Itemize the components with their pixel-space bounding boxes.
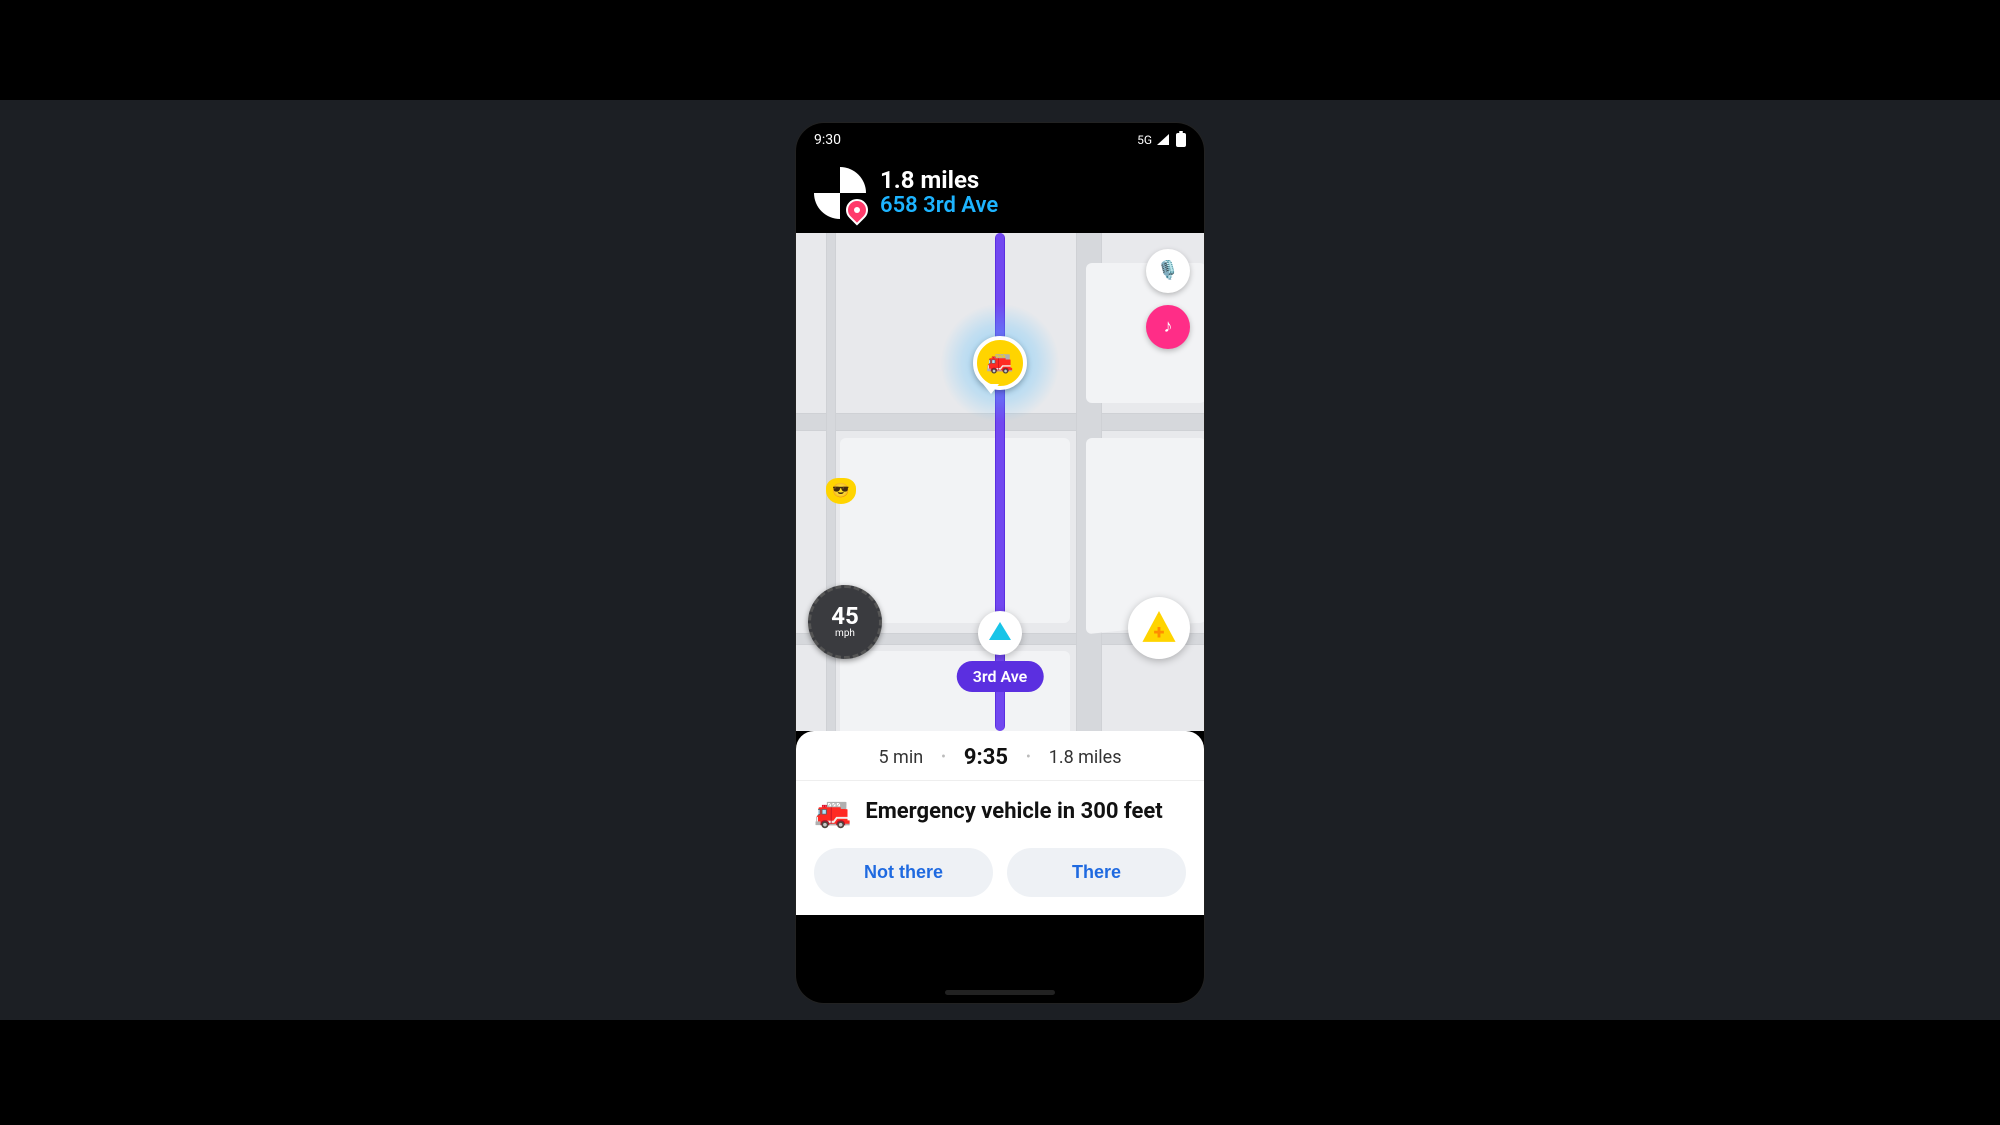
music-note-icon: ♪ [1164, 316, 1173, 337]
checkered-flag-icon [814, 167, 866, 219]
wazer-icon: 😎 [826, 478, 856, 504]
separator-dot: • [941, 749, 946, 765]
status-time: 9:30 [814, 132, 841, 148]
speed-limit-unit: mph [835, 628, 855, 639]
there-button[interactable]: There [1007, 848, 1186, 897]
eta-duration: 5 min [878, 747, 923, 768]
alert-text: Emergency vehicle in 300 feet [865, 799, 1162, 825]
destination-distance: 1.8 miles [880, 167, 998, 193]
home-indicator[interactable] [945, 990, 1055, 995]
street-label: 3rd Ave [957, 661, 1044, 692]
map-view[interactable]: 🚒 😎 3rd Ave 45 mph + 🎙️ ♪ [796, 233, 1204, 731]
arrow-up-icon [989, 622, 1011, 640]
signal-icon [1157, 134, 1169, 145]
voice-search-button[interactable]: 🎙️ [1146, 249, 1190, 293]
network-label: 5G [1137, 133, 1152, 147]
status-right: 5G [1137, 133, 1186, 147]
report-button[interactable]: + [1128, 597, 1190, 659]
phone-frame: 9:30 5G 1.8 miles 658 3rd Ave 🚒 [796, 123, 1204, 1003]
not-there-button[interactable]: Not there [814, 848, 993, 897]
warning-triangle-icon: + [1141, 610, 1177, 646]
speed-limit-badge[interactable]: 45 mph [808, 585, 882, 659]
microphone-icon: 🎙️ [1157, 260, 1179, 281]
eta-row[interactable]: 5 min • 9:35 • 1.8 miles [796, 731, 1204, 781]
music-button[interactable]: ♪ [1146, 305, 1190, 349]
current-location-marker[interactable] [978, 611, 1022, 655]
emergency-vehicle-marker[interactable]: 🚒 [973, 336, 1027, 390]
eta-arrival-time: 9:35 [964, 745, 1008, 770]
destination-header[interactable]: 1.8 miles 658 3rd Ave [796, 157, 1204, 233]
fire-truck-icon: 🚒 [986, 350, 1013, 375]
alert-card: 🚒 Emergency vehicle in 300 feet [796, 781, 1204, 834]
battery-icon [1176, 133, 1186, 147]
destination-text: 1.8 miles 658 3rd Ave [880, 167, 998, 218]
destination-address: 658 3rd Ave [880, 194, 998, 218]
carrot-circle [978, 611, 1022, 655]
eta-distance: 1.8 miles [1049, 747, 1122, 768]
separator-dot: • [1026, 749, 1031, 765]
alert-action-row: Not there There [796, 834, 1204, 897]
pin-badge-icon [841, 194, 872, 225]
speed-limit-value: 45 [831, 604, 859, 628]
status-bar: 9:30 5G [796, 123, 1204, 157]
fire-truck-icon: 🚒 [814, 795, 851, 830]
bottom-sheet[interactable]: 5 min • 9:35 • 1.8 miles 🚒 Emergency veh… [796, 731, 1204, 915]
map-block [840, 438, 1070, 623]
